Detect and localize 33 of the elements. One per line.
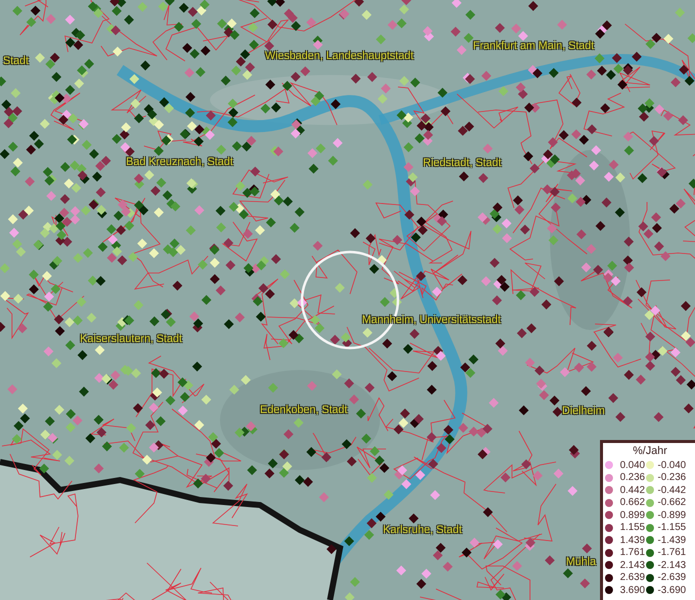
legend-value: -0.236	[656, 472, 686, 484]
legend-value: 0.442	[618, 484, 645, 496]
legend-value: 3.690	[618, 584, 645, 596]
place-label: Edenkoben, Stadt	[260, 404, 348, 416]
legend-value: 1.155	[618, 522, 645, 534]
place-label: Riedstadt, Stadt	[423, 157, 502, 169]
place-label: Kaiserslautern, Stadt	[80, 333, 182, 345]
legend-value: -2.143	[656, 560, 686, 571]
place-label: Dielheim	[562, 405, 605, 417]
place-label: Karlsruhe, Stadt	[383, 524, 462, 536]
place-label: Bad Kreuznach, Stadt	[126, 156, 234, 168]
legend-value: 1.439	[618, 534, 645, 546]
legend-value: 0.040	[618, 460, 645, 471]
legend-value: 0.662	[618, 497, 645, 508]
legend-value: -3.690	[656, 584, 686, 596]
legend-value: -0.040	[656, 460, 686, 471]
legend-value: -1.761	[656, 547, 686, 558]
place-label: Stadt	[3, 55, 29, 67]
legend-value: 0.899	[618, 510, 645, 521]
place-label: Mühla	[566, 556, 596, 568]
legend-value: 0.236	[618, 472, 645, 484]
legend-value: 2.639	[618, 572, 645, 584]
place-label: Wiesbaden, Landeshauptstadt	[265, 50, 414, 62]
legend-title: %/Jahr	[632, 445, 668, 458]
legend-value: -1.439	[656, 534, 686, 546]
legend-value: 1.761	[618, 547, 645, 558]
legend-value: -2.639	[656, 572, 686, 584]
legend-value: -1.155	[656, 522, 686, 534]
legend-value: 2.143	[618, 560, 645, 571]
place-label: Frankfurt am Main, Stadt	[473, 40, 594, 52]
legend-value: -0.899	[656, 510, 686, 521]
legend-value: -0.662	[656, 497, 686, 508]
legend-value: -0.442	[656, 484, 686, 496]
